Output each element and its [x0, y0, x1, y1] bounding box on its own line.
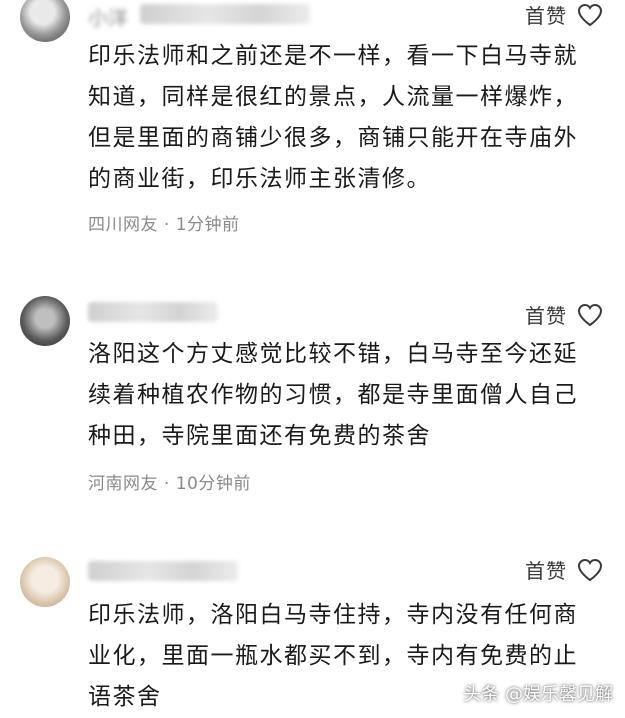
comment-meta: 四川网友 · 1分钟前 [88, 210, 240, 235]
username-blur [88, 561, 238, 581]
like-label: 首赞 [525, 4, 567, 28]
heart-icon [577, 3, 603, 26]
username-blur [140, 4, 310, 24]
like-button[interactable]: 首赞 [525, 300, 603, 329]
username[interactable]: 小洋 [88, 2, 128, 31]
like-button[interactable]: 首赞 [525, 0, 603, 29]
watermark: 头条 @娱乐馨见解 [463, 680, 613, 706]
meta-separator: · [163, 474, 170, 494]
comment-meta: 河南网友 · 10分钟前 [88, 469, 251, 494]
username-blur [88, 302, 218, 322]
comment-text: 印乐法师和之前还是不一样，看一下白马寺就知道，同样是很红的景点，人流量一样爆炸，… [88, 43, 578, 192]
location: 河南网友 [88, 474, 158, 494]
timestamp: 10分钟前 [175, 474, 251, 494]
timestamp: 1分钟前 [175, 215, 240, 235]
avatar[interactable] [20, 296, 70, 346]
comment-item: 首赞 洛阳这个方丈感觉比较不错，白马寺至今还延续着种植农作物的习惯，都是寺里面僧… [0, 288, 625, 508]
like-label: 首赞 [525, 304, 567, 328]
meta-separator: · [163, 215, 170, 235]
comment-item: 小洋 首赞 印乐法师和之前还是不一样，看一下白马寺就知道，同样是很红的景点，人流… [0, 0, 625, 250]
heart-icon [577, 303, 603, 326]
avatar[interactable] [20, 557, 70, 607]
like-label: 首赞 [525, 559, 567, 583]
watermark-text: 头条 @娱乐馨见解 [463, 684, 613, 705]
comment-text: 洛阳这个方丈感觉比较不错，白马寺至今还延续着种植农作物的习惯，都是寺里面僧人自己… [88, 341, 578, 449]
location: 四川网友 [88, 215, 158, 235]
like-button[interactable]: 首赞 [525, 555, 603, 584]
heart-icon [577, 558, 603, 581]
avatar[interactable] [20, 0, 70, 42]
